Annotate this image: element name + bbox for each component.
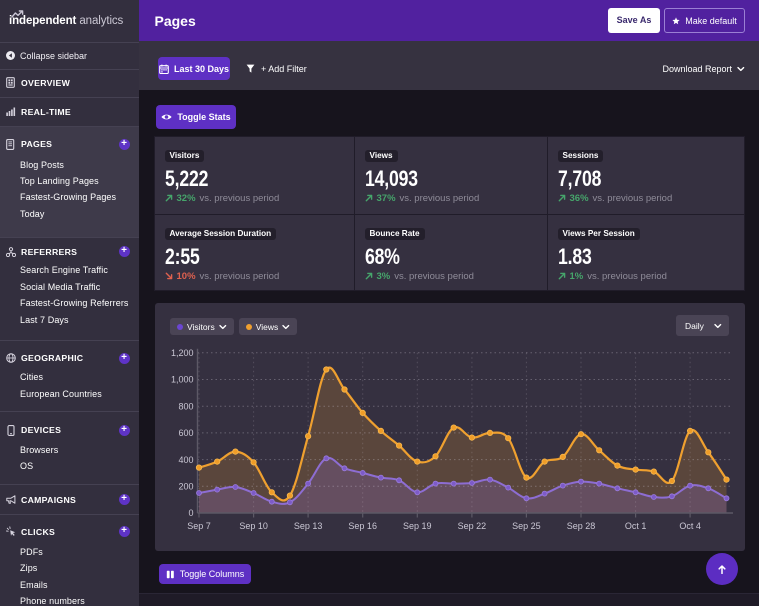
svg-text:Sep 10: Sep 10 [239, 521, 268, 531]
svg-text:800: 800 [178, 401, 193, 411]
svg-text:1,200: 1,200 [171, 348, 194, 358]
svg-text:Sep 25: Sep 25 [512, 521, 541, 531]
svg-text:Sep 19: Sep 19 [403, 521, 432, 531]
svg-text:600: 600 [178, 428, 193, 438]
svg-text:Sep 22: Sep 22 [458, 521, 487, 531]
svg-text:Sep 13: Sep 13 [294, 521, 323, 531]
svg-text:Sep 16: Sep 16 [348, 521, 377, 531]
svg-text:Sep 28: Sep 28 [567, 521, 596, 531]
svg-text:1,000: 1,000 [171, 375, 194, 385]
svg-text:200: 200 [178, 482, 193, 492]
svg-text:Oct 4: Oct 4 [679, 521, 701, 531]
svg-text:400: 400 [178, 455, 193, 465]
svg-text:0: 0 [188, 508, 193, 518]
svg-text:Oct 1: Oct 1 [625, 521, 647, 531]
svg-text:Sep 7: Sep 7 [187, 521, 211, 531]
